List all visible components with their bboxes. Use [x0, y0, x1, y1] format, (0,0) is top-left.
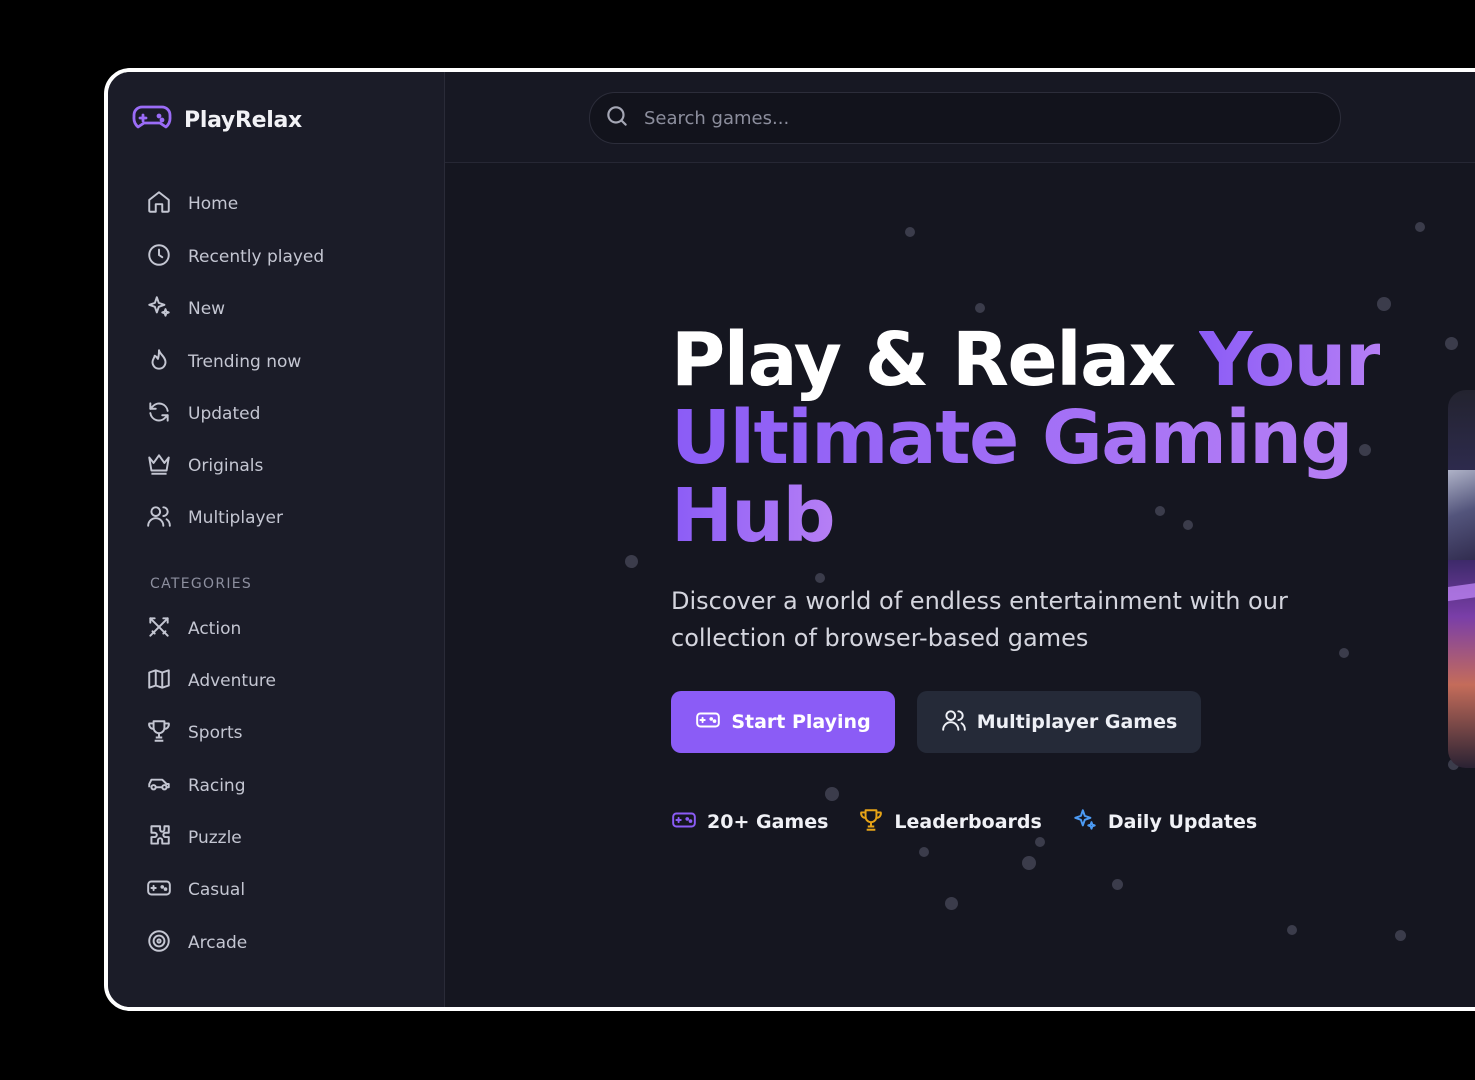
- nav-item-label: Home: [188, 194, 239, 214]
- categories-title: CATEGORIES: [150, 576, 253, 592]
- nav-item-trending[interactable]: Trending now: [146, 342, 301, 382]
- start-playing-button[interactable]: Start Playing: [671, 691, 895, 753]
- map-icon: [146, 666, 172, 697]
- feature-label: Daily Updates: [1107, 811, 1258, 833]
- app-window: PlayRelax Home Recently played New Trend…: [104, 68, 1475, 1011]
- game-artwork: [1448, 470, 1475, 560]
- category-item-puzzle[interactable]: Puzzle: [146, 818, 242, 858]
- nav-item-label: Recently played: [188, 247, 325, 267]
- decor-dot: [1395, 930, 1406, 941]
- decor-dot: [975, 303, 985, 313]
- sparkles-icon: [146, 294, 172, 325]
- home-icon: [146, 189, 172, 220]
- users-icon: [941, 707, 967, 738]
- multiplayer-games-button[interactable]: Multiplayer Games: [917, 691, 1201, 753]
- featured-game-card[interactable]: [1448, 390, 1475, 768]
- gamepad-icon: [671, 807, 697, 838]
- decor-dot: [1022, 856, 1036, 870]
- category-item-label: Racing: [188, 776, 246, 796]
- category-item-label: Adventure: [188, 671, 276, 691]
- category-item-arcade[interactable]: Arcade: [146, 923, 247, 963]
- category-item-action[interactable]: Action: [146, 609, 241, 649]
- gamepad-icon: [132, 103, 172, 137]
- flame-icon: [146, 347, 172, 378]
- trophy-icon: [146, 718, 172, 749]
- nav-item-label: Multiplayer: [188, 508, 283, 528]
- search-bar[interactable]: [589, 92, 1341, 144]
- trophy-icon: [858, 807, 884, 838]
- category-item-adventure[interactable]: Adventure: [146, 661, 276, 701]
- game-artwork-stripe: [1448, 571, 1475, 603]
- hero-title-accent: Ultimate Gaming: [671, 395, 1353, 481]
- nav-item-multiplayer[interactable]: Multiplayer: [146, 498, 283, 538]
- decor-dot: [919, 847, 929, 857]
- hero-subtitle: Discover a world of endless entertainmen…: [671, 587, 1288, 652]
- decor-dot: [815, 573, 825, 583]
- feature-label: Leaderboards: [894, 811, 1042, 833]
- decor-dot: [1445, 337, 1458, 350]
- search-input[interactable]: [642, 106, 1246, 130]
- feature-label: 20+ Games: [707, 811, 829, 833]
- decor-dot: [625, 555, 638, 568]
- hero-title-white: Play & Relax: [671, 317, 1200, 403]
- nav-item-label: Trending now: [188, 352, 302, 372]
- users-icon: [146, 503, 172, 534]
- decor-dot: [945, 897, 958, 910]
- decor-dot: [1415, 222, 1425, 232]
- category-item-casual[interactable]: Casual: [146, 870, 245, 910]
- refresh-icon: [146, 399, 172, 430]
- nav-item-home[interactable]: Home: [146, 184, 238, 224]
- hero-title: Play & Relax Your Ultimate Gaming Hub: [671, 321, 1391, 555]
- category-item-label: Sports: [188, 723, 243, 743]
- car-icon: [146, 771, 172, 802]
- hero-title-accent: Your: [1199, 317, 1381, 403]
- hero-title-accent: Hub: [671, 473, 836, 559]
- target-icon: [146, 928, 172, 959]
- category-item-label: Action: [188, 619, 242, 639]
- category-item-racing[interactable]: Racing: [146, 766, 246, 806]
- decor-dot: [1287, 925, 1297, 935]
- nav-item-recently-played[interactable]: Recently played: [146, 237, 324, 277]
- category-item-label: Casual: [188, 880, 246, 900]
- puzzle-icon: [146, 823, 172, 854]
- hero-section: Play & Relax Your Ultimate Gaming Hub Di…: [445, 163, 1475, 1007]
- nav-item-originals[interactable]: Originals: [146, 446, 263, 486]
- feature-games-count: 20+ Games: [671, 807, 828, 838]
- sparkles-icon: [1072, 807, 1098, 838]
- decor-dot: [825, 787, 839, 801]
- nav-item-label: New: [188, 299, 226, 319]
- decor-dot: [1112, 879, 1123, 890]
- feature-list: 20+ Games Leaderboards Daily Updates: [671, 805, 1287, 839]
- feature-daily-updates: Daily Updates: [1072, 807, 1257, 838]
- decor-dot: [905, 227, 915, 237]
- brand-name: PlayRelax: [184, 107, 302, 133]
- nav-item-label: Originals: [188, 456, 264, 476]
- sidebar: PlayRelax Home Recently played New Trend…: [108, 72, 445, 1007]
- category-item-label: Puzzle: [188, 828, 242, 848]
- feature-leaderboards: Leaderboards: [858, 807, 1042, 838]
- decor-dot: [1377, 297, 1391, 311]
- gamepad-icon: [146, 875, 172, 906]
- clock-icon: [146, 242, 172, 273]
- start-playing-label: Start Playing: [731, 711, 871, 733]
- crown-icon: [146, 451, 172, 482]
- brand[interactable]: PlayRelax: [132, 102, 302, 138]
- category-item-label: Arcade: [188, 933, 248, 953]
- nav-item-label: Updated: [188, 404, 261, 424]
- gamepad-icon: [695, 707, 721, 738]
- nav-item-new[interactable]: New: [146, 289, 225, 329]
- multiplayer-games-label: Multiplayer Games: [976, 711, 1178, 733]
- swords-icon: [146, 614, 172, 645]
- category-item-sports[interactable]: Sports: [146, 713, 243, 753]
- nav-item-updated[interactable]: Updated: [146, 394, 260, 434]
- top-bar: [445, 72, 1475, 163]
- search-icon: [604, 103, 630, 133]
